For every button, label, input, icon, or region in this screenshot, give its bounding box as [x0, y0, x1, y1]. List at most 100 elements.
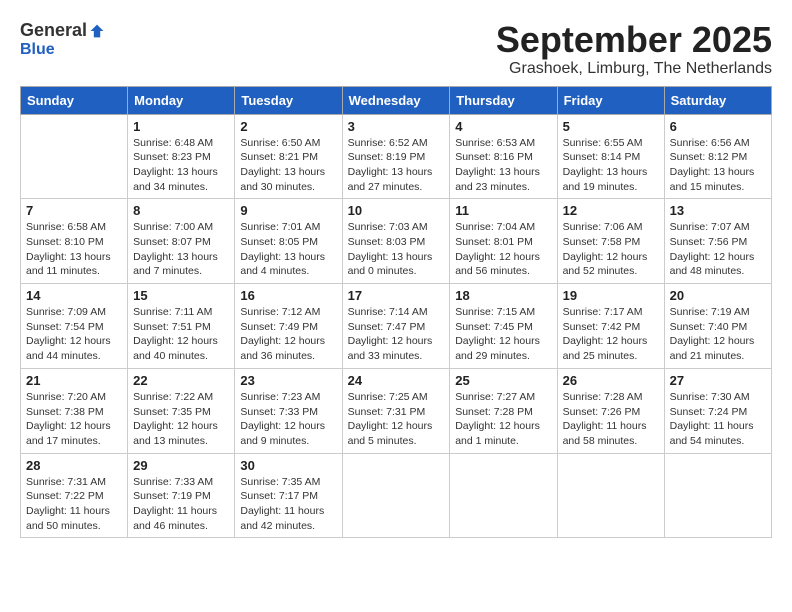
- day-number: 20: [670, 288, 766, 303]
- day-info: Sunrise: 6:52 AM Sunset: 8:19 PM Dayligh…: [348, 136, 445, 195]
- day-info: Sunrise: 7:06 AM Sunset: 7:58 PM Dayligh…: [563, 220, 659, 279]
- calendar-header-row: SundayMondayTuesdayWednesdayThursdayFrid…: [21, 86, 772, 114]
- calendar-cell: 5 Sunrise: 6:55 AM Sunset: 8:14 PM Daylig…: [557, 114, 664, 199]
- day-info: Sunrise: 7:19 AM Sunset: 7:40 PM Dayligh…: [670, 305, 766, 364]
- calendar-cell: 11 Sunrise: 7:04 AM Sunset: 8:01 PM Dayli…: [450, 199, 557, 284]
- calendar-cell: 30 Sunrise: 7:35 AM Sunset: 7:17 PM Dayli…: [235, 453, 342, 538]
- day-info: Sunrise: 7:22 AM Sunset: 7:35 PM Dayligh…: [133, 390, 229, 449]
- day-info: Sunrise: 7:04 AM Sunset: 8:01 PM Dayligh…: [455, 220, 551, 279]
- calendar-cell: 16Sunrise: 7:12 AM Sunset: 7:49 PM Dayli…: [235, 284, 342, 369]
- day-number: 9: [240, 203, 336, 218]
- calendar-week-row: 14 Sunrise: 7:09 AM Sunset: 7:54 PM Dayli…: [21, 284, 772, 369]
- day-number: 29: [133, 458, 229, 473]
- calendar-cell: [342, 453, 450, 538]
- day-number: 15: [133, 288, 229, 303]
- day-info: Sunrise: 7:15 AM Sunset: 7:45 PM Dayligh…: [455, 305, 551, 364]
- day-info: Sunrise: 7:03 AM Sunset: 8:03 PM Dayligh…: [348, 220, 445, 279]
- calendar-cell: 15 Sunrise: 7:11 AM Sunset: 7:51 PM Dayli…: [128, 284, 235, 369]
- day-info: Sunrise: 7:12 AM Sunset: 7:49 PM Dayligh…: [240, 305, 336, 364]
- logo-blue: Blue: [20, 41, 55, 59]
- month-title: September 2025: [496, 20, 772, 60]
- day-info: Sunrise: 7:07 AM Sunset: 7:56 PM Dayligh…: [670, 220, 766, 279]
- calendar-cell: 1 Sunrise: 6:48 AM Sunset: 8:23 PM Daylig…: [128, 114, 235, 199]
- day-number: 12: [563, 203, 659, 218]
- day-info: Sunrise: 7:09 AM Sunset: 7:54 PM Dayligh…: [26, 305, 122, 364]
- day-number: 8: [133, 203, 229, 218]
- day-header-tuesday: Tuesday: [235, 86, 342, 114]
- calendar-cell: 6 Sunrise: 6:56 AM Sunset: 8:12 PM Daylig…: [664, 114, 771, 199]
- day-number: 5: [563, 119, 659, 134]
- day-info: Sunrise: 7:14 AM Sunset: 7:47 PM Dayligh…: [348, 305, 445, 364]
- logo: General Blue: [20, 20, 105, 59]
- calendar-cell: 28 Sunrise: 7:31 AM Sunset: 7:22 PM Dayli…: [21, 453, 128, 538]
- calendar-cell: 26Sunrise: 7:28 AM Sunset: 7:26 PM Dayli…: [557, 368, 664, 453]
- day-info: Sunrise: 7:17 AM Sunset: 7:42 PM Dayligh…: [563, 305, 659, 364]
- day-header-wednesday: Wednesday: [342, 86, 450, 114]
- day-number: 14: [26, 288, 122, 303]
- day-number: 17: [348, 288, 445, 303]
- day-header-saturday: Saturday: [664, 86, 771, 114]
- day-number: 18: [455, 288, 551, 303]
- day-number: 1: [133, 119, 229, 134]
- day-info: Sunrise: 7:01 AM Sunset: 8:05 PM Dayligh…: [240, 220, 336, 279]
- calendar-cell: 8Sunrise: 7:00 AM Sunset: 8:07 PM Daylig…: [128, 199, 235, 284]
- calendar-cell: [557, 453, 664, 538]
- calendar-cell: 20 Sunrise: 7:19 AM Sunset: 7:40 PM Dayli…: [664, 284, 771, 369]
- calendar-week-row: 1 Sunrise: 6:48 AM Sunset: 8:23 PM Daylig…: [21, 114, 772, 199]
- day-number: 6: [670, 119, 766, 134]
- day-number: 25: [455, 373, 551, 388]
- day-header-monday: Monday: [128, 86, 235, 114]
- day-info: Sunrise: 7:11 AM Sunset: 7:51 PM Dayligh…: [133, 305, 229, 364]
- calendar-cell: 9 Sunrise: 7:01 AM Sunset: 8:05 PM Daylig…: [235, 199, 342, 284]
- day-number: 23: [240, 373, 336, 388]
- title-area: September 2025 Grashoek, Limburg, The Ne…: [496, 20, 772, 78]
- day-info: Sunrise: 7:35 AM Sunset: 7:17 PM Dayligh…: [240, 475, 336, 534]
- calendar-cell: 19Sunrise: 7:17 AM Sunset: 7:42 PM Dayli…: [557, 284, 664, 369]
- calendar-cell: 21Sunrise: 7:20 AM Sunset: 7:38 PM Dayli…: [21, 368, 128, 453]
- calendar-cell: 10 Sunrise: 7:03 AM Sunset: 8:03 PM Dayli…: [342, 199, 450, 284]
- calendar-cell: 3 Sunrise: 6:52 AM Sunset: 8:19 PM Daylig…: [342, 114, 450, 199]
- day-info: Sunrise: 6:56 AM Sunset: 8:12 PM Dayligh…: [670, 136, 766, 195]
- day-number: 22: [133, 373, 229, 388]
- day-header-friday: Friday: [557, 86, 664, 114]
- calendar-week-row: 7Sunrise: 6:58 AM Sunset: 8:10 PM Daylig…: [21, 199, 772, 284]
- day-info: Sunrise: 6:53 AM Sunset: 8:16 PM Dayligh…: [455, 136, 551, 195]
- location-title: Grashoek, Limburg, The Netherlands: [496, 60, 772, 78]
- calendar-week-row: 21Sunrise: 7:20 AM Sunset: 7:38 PM Dayli…: [21, 368, 772, 453]
- day-info: Sunrise: 6:50 AM Sunset: 8:21 PM Dayligh…: [240, 136, 336, 195]
- day-header-thursday: Thursday: [450, 86, 557, 114]
- day-info: Sunrise: 7:33 AM Sunset: 7:19 PM Dayligh…: [133, 475, 229, 534]
- day-number: 28: [26, 458, 122, 473]
- calendar-cell: [450, 453, 557, 538]
- day-number: 13: [670, 203, 766, 218]
- calendar-cell: 17 Sunrise: 7:14 AM Sunset: 7:47 PM Dayli…: [342, 284, 450, 369]
- day-info: Sunrise: 7:23 AM Sunset: 7:33 PM Dayligh…: [240, 390, 336, 449]
- day-info: Sunrise: 6:55 AM Sunset: 8:14 PM Dayligh…: [563, 136, 659, 195]
- day-info: Sunrise: 7:30 AM Sunset: 7:24 PM Dayligh…: [670, 390, 766, 449]
- day-number: 7: [26, 203, 122, 218]
- day-info: Sunrise: 7:28 AM Sunset: 7:26 PM Dayligh…: [563, 390, 659, 449]
- calendar-cell: 22 Sunrise: 7:22 AM Sunset: 7:35 PM Dayli…: [128, 368, 235, 453]
- page-header: General Blue September 2025 Grashoek, Li…: [20, 20, 772, 78]
- calendar-cell: 14 Sunrise: 7:09 AM Sunset: 7:54 PM Dayli…: [21, 284, 128, 369]
- calendar-table: SundayMondayTuesdayWednesdayThursdayFrid…: [20, 86, 772, 539]
- day-number: 10: [348, 203, 445, 218]
- day-number: 3: [348, 119, 445, 134]
- calendar-cell: 7Sunrise: 6:58 AM Sunset: 8:10 PM Daylig…: [21, 199, 128, 284]
- day-info: Sunrise: 6:48 AM Sunset: 8:23 PM Dayligh…: [133, 136, 229, 195]
- day-info: Sunrise: 7:27 AM Sunset: 7:28 PM Dayligh…: [455, 390, 551, 449]
- calendar-cell: 2 Sunrise: 6:50 AM Sunset: 8:21 PM Daylig…: [235, 114, 342, 199]
- day-info: Sunrise: 7:31 AM Sunset: 7:22 PM Dayligh…: [26, 475, 122, 534]
- calendar-cell: 27Sunrise: 7:30 AM Sunset: 7:24 PM Dayli…: [664, 368, 771, 453]
- day-number: 24: [348, 373, 445, 388]
- day-info: Sunrise: 7:20 AM Sunset: 7:38 PM Dayligh…: [26, 390, 122, 449]
- calendar-cell: [664, 453, 771, 538]
- day-number: 11: [455, 203, 551, 218]
- calendar-cell: 24Sunrise: 7:25 AM Sunset: 7:31 PM Dayli…: [342, 368, 450, 453]
- day-number: 2: [240, 119, 336, 134]
- calendar-cell: 23 Sunrise: 7:23 AM Sunset: 7:33 PM Dayli…: [235, 368, 342, 453]
- calendar-cell: 12 Sunrise: 7:06 AM Sunset: 7:58 PM Dayli…: [557, 199, 664, 284]
- day-number: 30: [240, 458, 336, 473]
- calendar-week-row: 28 Sunrise: 7:31 AM Sunset: 7:22 PM Dayli…: [21, 453, 772, 538]
- calendar-cell: 29 Sunrise: 7:33 AM Sunset: 7:19 PM Dayli…: [128, 453, 235, 538]
